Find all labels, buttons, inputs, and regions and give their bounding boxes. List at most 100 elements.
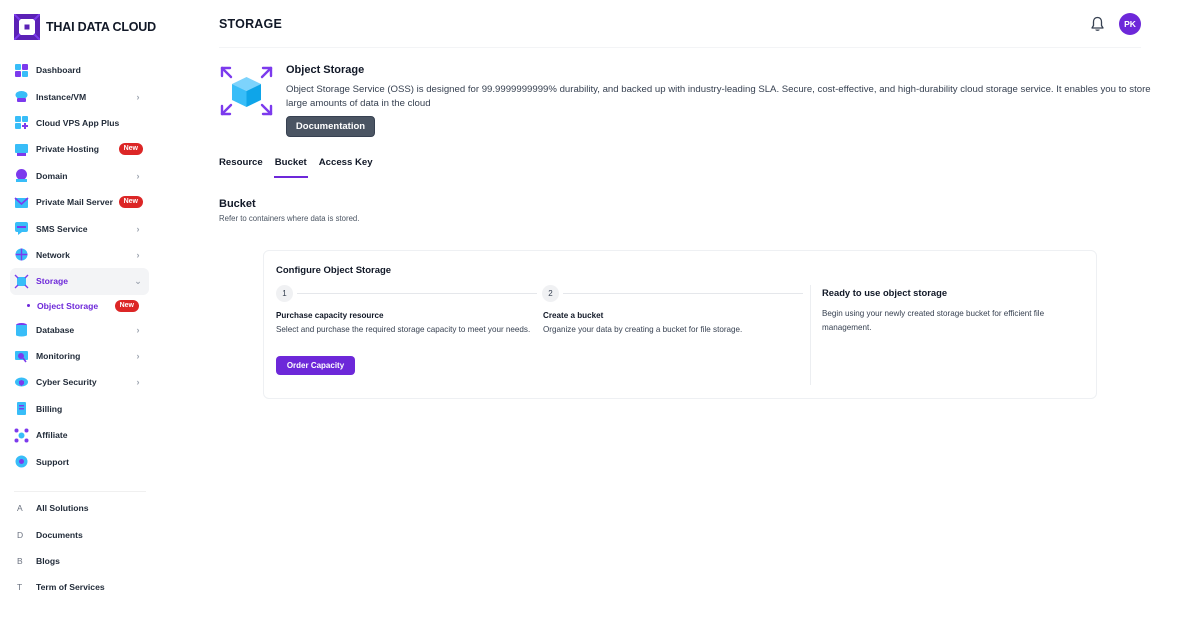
card-divider (810, 285, 811, 385)
sidebar-divider (14, 491, 146, 492)
sidebar-item-label: Private Hosting (36, 144, 100, 155)
sidebar-item-cloud-vps[interactable]: Cloud VPS App Plus (10, 110, 149, 136)
object-storage-box-icon (220, 66, 273, 116)
support-icon (15, 455, 28, 468)
cloud-vps-icon (15, 116, 28, 130)
step-title-1: Purchase capacity resource (276, 311, 384, 320)
section-title: Bucket (219, 198, 256, 210)
step-desc-2: Organize your data by creating a bucket … (543, 325, 743, 334)
new-badge: New (118, 143, 143, 156)
sidebar-item-cyber-security[interactable]: Cyber Security › (10, 369, 149, 395)
footer-link-blogs[interactable]: B Blogs (10, 548, 149, 574)
tabs: Resource Bucket Access Key (219, 157, 385, 179)
order-capacity-button[interactable]: Order Capacity (276, 356, 355, 375)
sidebar-item-label: SMS Service (36, 223, 88, 234)
sidebar-subitem-label: Object Storage (37, 300, 99, 311)
database-icon (16, 323, 27, 337)
hero-description: Object Storage Service (OSS) is designed… (286, 84, 1151, 109)
billing-icon (17, 402, 26, 416)
storage-icon (14, 274, 29, 289)
monitoring-icon (15, 350, 28, 363)
footer-link-terms[interactable]: T Term of Services (10, 574, 149, 600)
app-root: THAI DATA CLOUD Dashboard Instance/VM › (0, 0, 1200, 623)
sidebar-item-support[interactable]: Support (10, 448, 149, 474)
sidebar: THAI DATA CLOUD Dashboard Instance/VM › (0, 0, 160, 623)
domain-icon (16, 169, 27, 183)
sidebar-item-label: Affiliate (36, 430, 68, 441)
chevron-right-icon: › (136, 223, 140, 234)
step-connector (563, 293, 803, 294)
instance-vm-icon (15, 91, 28, 103)
sidebar-item-label: Support (36, 456, 69, 467)
sidebar-item-domain[interactable]: Domain › (10, 163, 149, 189)
sidebar-item-label: Instance/VM (36, 91, 87, 102)
sidebar-item-network[interactable]: Network › (10, 242, 149, 268)
sidebar-item-dashboard[interactable]: Dashboard (10, 57, 149, 83)
page-title: STORAGE (219, 17, 282, 31)
chevron-right-icon: › (136, 170, 140, 181)
sidebar-item-label: Network (36, 249, 70, 260)
hero-title: Object Storage (286, 64, 365, 76)
chevron-right-icon: › (136, 249, 140, 260)
footer-link-label: All Solutions (36, 503, 89, 514)
sidebar-nav: Dashboard Instance/VM › Cloud VPS App Pl… (10, 57, 149, 475)
footer-link-label: Documents (36, 529, 83, 540)
brand-logo-icon (14, 14, 40, 40)
chevron-down-icon: ⌄ (134, 275, 142, 286)
brand-name: THAI DATA CLOUD (46, 20, 156, 34)
ready-title: Ready to use object storage (822, 287, 948, 298)
sidebar-footer-links: A All Solutions D Documents B Blogs T Te… (10, 495, 149, 601)
bell-icon[interactable] (1090, 16, 1105, 32)
configure-card: Configure Object Storage 1 Purchase capa… (263, 250, 1097, 399)
sidebar-item-label: Billing (36, 403, 63, 414)
chevron-right-icon: › (136, 377, 140, 388)
chevron-right-icon: › (136, 351, 140, 362)
mail-server-icon (14, 197, 29, 208)
step-title-2: Create a bucket (543, 311, 604, 320)
sidebar-item-label: Database (36, 324, 75, 335)
sidebar-subitem-object-storage[interactable]: Object Storage New (10, 295, 149, 317)
step-connector (297, 293, 537, 294)
sidebar-item-label: Domain (36, 170, 68, 181)
sidebar-item-billing[interactable]: Billing (10, 396, 149, 422)
bullet-dot (27, 304, 30, 308)
sidebar-item-monitoring[interactable]: Monitoring › (10, 343, 149, 369)
footer-link-label: Term of Services (36, 582, 105, 593)
private-hosting-icon (15, 143, 28, 156)
footer-letter: T (17, 582, 23, 593)
footer-letter: A (17, 503, 23, 514)
sidebar-item-label: Monitoring (36, 351, 81, 362)
avatar[interactable]: PK (1119, 13, 1141, 35)
dashboard-icon (15, 63, 28, 77)
section-subtitle: Refer to containers where data is stored… (219, 214, 360, 223)
step-number-2: 2 (542, 285, 559, 302)
sidebar-item-private-mail-server[interactable]: Private Mail Server New (10, 189, 149, 215)
network-icon (15, 248, 28, 261)
ready-desc: Begin using your newly created storage b… (822, 309, 1045, 332)
sidebar-item-private-hosting[interactable]: Private Hosting New (10, 136, 149, 162)
new-badge: New (118, 196, 143, 209)
affiliate-icon (14, 428, 29, 443)
sidebar-item-storage[interactable]: Storage ⌄ (10, 268, 149, 295)
step-number-1: 1 (276, 285, 293, 302)
sidebar-item-label: Cyber Security (36, 377, 97, 388)
tab-bucket[interactable]: Bucket (273, 157, 308, 178)
sidebar-item-instance-vm[interactable]: Instance/VM › (10, 83, 149, 109)
documentation-button[interactable]: Documentation (286, 116, 375, 137)
header-divider (219, 47, 1141, 48)
sidebar-item-sms-service[interactable]: SMS Service › (10, 215, 149, 241)
chevron-right-icon: › (136, 324, 140, 335)
sidebar-item-label: Private Mail Server (36, 197, 113, 208)
footer-link-documents[interactable]: D Documents (10, 521, 149, 547)
step-desc-1: Select and purchase the required storage… (276, 325, 531, 334)
tab-access-key[interactable]: Access Key (319, 157, 373, 178)
sidebar-item-label: Cloud VPS App Plus (36, 117, 120, 128)
footer-link-label: Blogs (36, 555, 60, 566)
footer-letter: D (17, 529, 24, 540)
tab-resource[interactable]: Resource (219, 157, 263, 178)
sidebar-item-database[interactable]: Database › (10, 317, 149, 343)
footer-link-all-solutions[interactable]: A All Solutions (10, 495, 149, 521)
sidebar-item-affiliate[interactable]: Affiliate (10, 422, 149, 448)
brand[interactable]: THAI DATA CLOUD (14, 14, 156, 40)
chevron-right-icon: › (136, 91, 140, 102)
